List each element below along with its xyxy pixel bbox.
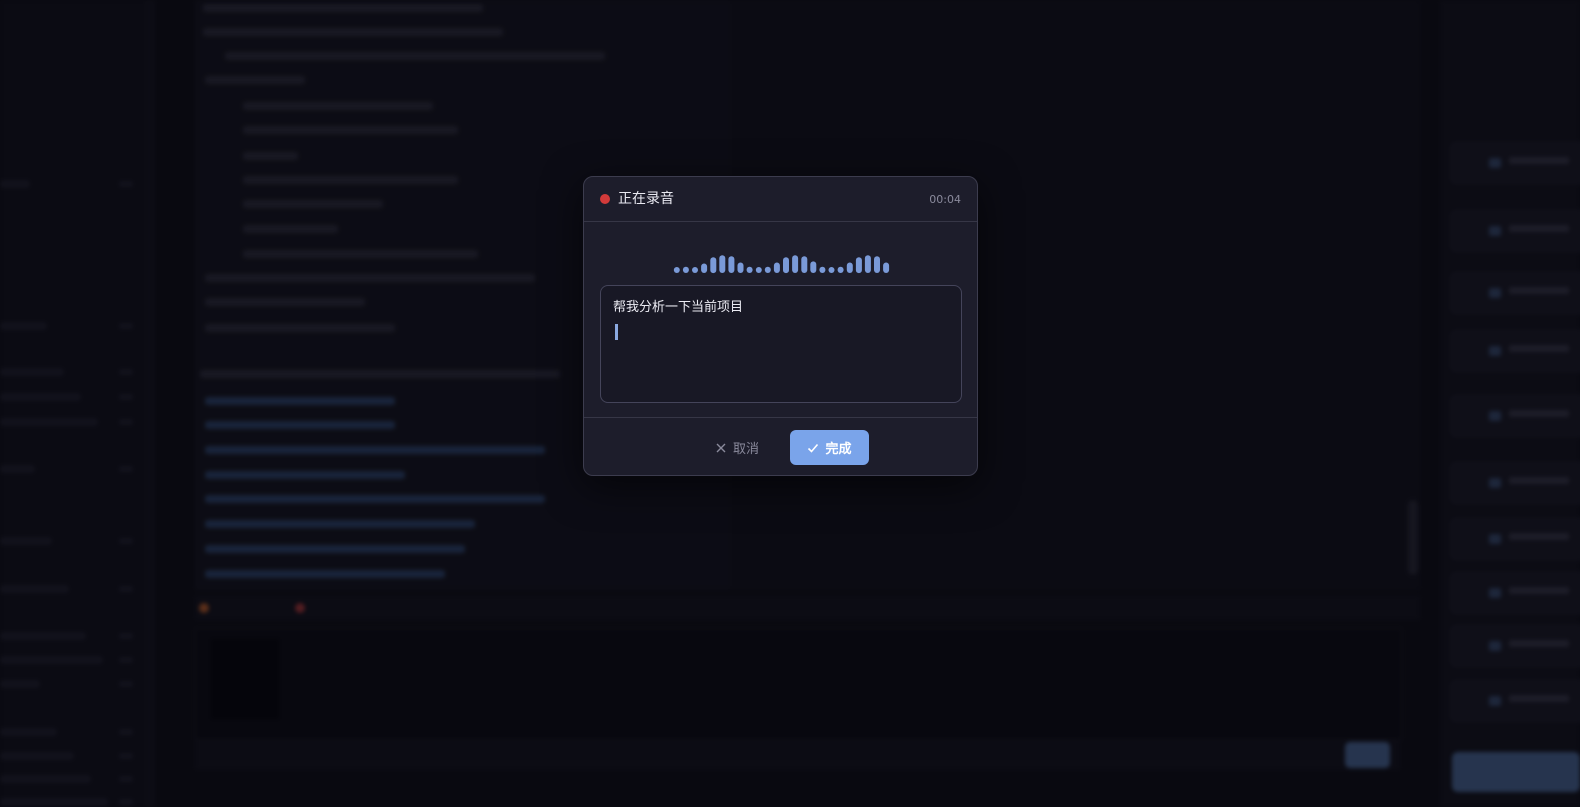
- waveform-bar: [773, 262, 780, 273]
- recording-timer: 00:04: [929, 193, 961, 206]
- waveform-bar: [755, 267, 762, 273]
- waveform-bar: [792, 255, 799, 273]
- dialog-footer: 取消 完成: [584, 417, 977, 477]
- cancel-button[interactable]: 取消: [701, 430, 773, 465]
- waveform-bar: [682, 266, 689, 273]
- waveform-bar: [846, 262, 853, 273]
- waveform-bar: [801, 256, 808, 273]
- dialog-header: 正在录音 00:04: [584, 177, 977, 222]
- done-button[interactable]: 完成: [790, 430, 869, 465]
- waveform-bar: [710, 257, 717, 274]
- waveform-bar: [828, 267, 835, 273]
- waveform-bar: [874, 256, 880, 273]
- text-cursor: [615, 324, 618, 340]
- voice-recording-dialog: 正在录音 00:04 帮我分析一下当前项目 取消 完成: [583, 176, 978, 476]
- close-icon: [715, 442, 727, 454]
- waveform-bar: [673, 267, 680, 273]
- waveform-bar: [855, 257, 862, 274]
- waveform-bar: [719, 255, 726, 273]
- check-icon: [807, 442, 819, 454]
- done-button-label: 完成: [825, 442, 852, 457]
- transcript-box[interactable]: 帮我分析一下当前项目: [600, 285, 962, 403]
- waveform-bar: [810, 261, 817, 273]
- transcript-text: 帮我分析一下当前项目: [613, 300, 744, 315]
- waveform-bar: [837, 266, 844, 273]
- waveform-bar: [692, 267, 698, 273]
- cancel-button-label: 取消: [732, 442, 759, 457]
- recording-status-title: 正在录音: [618, 191, 674, 207]
- waveform-bar: [728, 256, 735, 273]
- waveform-bar: [701, 263, 708, 273]
- waveform-bar: [783, 257, 789, 274]
- waveform-bar: [864, 255, 871, 273]
- recording-indicator-icon: [600, 194, 610, 204]
- waveform-bar: [764, 266, 771, 273]
- waveform-bar: [737, 262, 744, 273]
- audio-waveform: [673, 255, 890, 274]
- waveform-bar: [819, 266, 826, 273]
- waveform-bar: [883, 262, 890, 273]
- waveform-bar: [746, 266, 753, 273]
